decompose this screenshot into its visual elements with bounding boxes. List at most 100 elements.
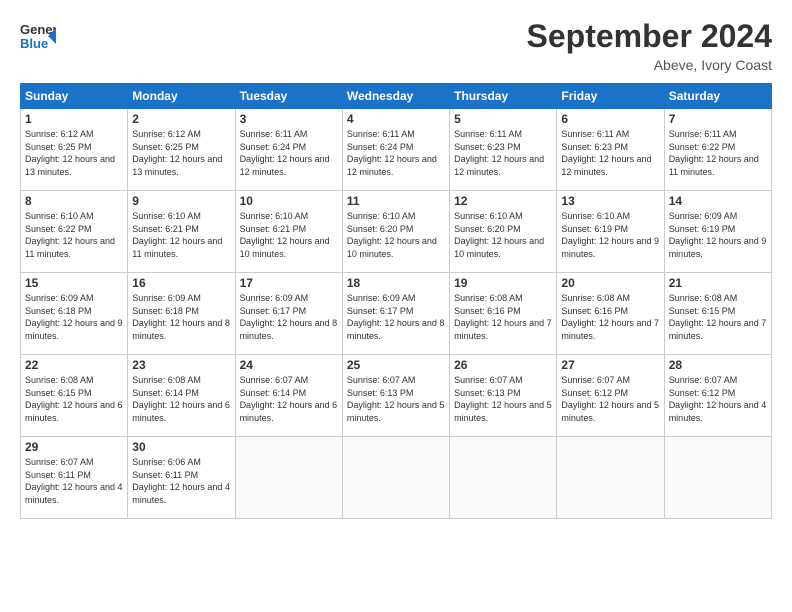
table-row: 23 Sunrise: 6:08 AMSunset: 6:14 PMDayligh… <box>128 355 235 437</box>
day-info: Sunrise: 6:08 AMSunset: 6:16 PMDaylight:… <box>561 292 659 342</box>
day-info: Sunrise: 6:10 AMSunset: 6:20 PMDaylight:… <box>347 210 445 260</box>
table-row: 27Sunrise: 6:07 AMSunset: 6:12 PMDayligh… <box>557 355 664 437</box>
day-info: Sunrise: 6:10 AMSunset: 6:20 PMDaylight:… <box>454 210 552 260</box>
day-number: 6 <box>561 112 659 126</box>
header: General Blue September 2024 Abeve, Ivory… <box>20 18 772 73</box>
table-row: 15 Sunrise: 6:09 AMSunset: 6:18 PMDayligh… <box>21 273 128 355</box>
day-number: 13 <box>561 194 659 208</box>
day-number: 29 <box>25 440 123 454</box>
day-info: Sunrise: 6:09 AMSunset: 6:18 PMDaylight:… <box>25 292 123 342</box>
day-info: Sunrise: 6:09 AMSunset: 6:19 PMDaylight:… <box>669 210 767 260</box>
day-info: Sunrise: 6:08 AMSunset: 6:14 PMDaylight:… <box>132 374 230 424</box>
table-row: 7 Sunrise: 6:11 AMSunset: 6:22 PMDaylight… <box>664 109 771 191</box>
day-info: Sunrise: 6:07 AMSunset: 6:13 PMDaylight:… <box>347 374 445 424</box>
table-row: 4 Sunrise: 6:11 AMSunset: 6:24 PMDaylight… <box>342 109 449 191</box>
table-row: 20 Sunrise: 6:08 AMSunset: 6:16 PMDayligh… <box>557 273 664 355</box>
svg-text:Blue: Blue <box>20 36 48 51</box>
table-row: 12Sunrise: 6:10 AMSunset: 6:20 PMDayligh… <box>450 191 557 273</box>
day-number: 28 <box>669 358 767 372</box>
month-title: September 2024 <box>527 18 772 55</box>
day-info: Sunrise: 6:10 AMSunset: 6:21 PMDaylight:… <box>240 210 338 260</box>
day-info: Sunrise: 6:11 AMSunset: 6:23 PMDaylight:… <box>454 128 552 178</box>
table-row: 28 Sunrise: 6:07 AMSunset: 6:12 PMDayligh… <box>664 355 771 437</box>
col-sunday: Sunday <box>21 84 128 109</box>
day-number: 26 <box>454 358 552 372</box>
day-number: 24 <box>240 358 338 372</box>
col-wednesday: Wednesday <box>342 84 449 109</box>
calendar: Sunday Monday Tuesday Wednesday Thursday… <box>20 83 772 519</box>
table-row: 19 Sunrise: 6:08 AMSunset: 6:16 PMDayligh… <box>450 273 557 355</box>
day-number: 15 <box>25 276 123 290</box>
table-row: 2Sunrise: 6:12 AMSunset: 6:25 PMDaylight… <box>128 109 235 191</box>
day-info: Sunrise: 6:07 AMSunset: 6:14 PMDaylight:… <box>240 374 338 424</box>
day-number: 4 <box>347 112 445 126</box>
day-number: 17 <box>240 276 338 290</box>
table-row: 6 Sunrise: 6:11 AMSunset: 6:23 PMDaylight… <box>557 109 664 191</box>
day-info: Sunrise: 6:07 AMSunset: 6:11 PMDaylight:… <box>25 456 123 506</box>
table-row: 25Sunrise: 6:07 AMSunset: 6:13 PMDayligh… <box>342 355 449 437</box>
day-number: 1 <box>25 112 123 126</box>
calendar-row: 1 Sunrise: 6:12 AMSunset: 6:25 PMDaylight… <box>21 109 772 191</box>
table-row: 10 Sunrise: 6:10 AMSunset: 6:21 PMDayligh… <box>235 191 342 273</box>
day-info: Sunrise: 6:11 AMSunset: 6:22 PMDaylight:… <box>669 128 767 178</box>
day-info: Sunrise: 6:07 AMSunset: 6:12 PMDaylight:… <box>669 374 767 424</box>
table-row: 5 Sunrise: 6:11 AMSunset: 6:23 PMDaylight… <box>450 109 557 191</box>
col-saturday: Saturday <box>664 84 771 109</box>
day-info: Sunrise: 6:09 AMSunset: 6:17 PMDaylight:… <box>240 292 338 342</box>
day-info: Sunrise: 6:06 AMSunset: 6:11 PMDaylight:… <box>132 456 230 506</box>
empty-cell <box>235 437 342 519</box>
day-info: Sunrise: 6:08 AMSunset: 6:16 PMDaylight:… <box>454 292 552 342</box>
day-number: 22 <box>25 358 123 372</box>
calendar-row: 22 Sunrise: 6:08 AMSunset: 6:15 PMDayligh… <box>21 355 772 437</box>
day-number: 11 <box>347 194 445 208</box>
day-number: 8 <box>25 194 123 208</box>
day-number: 21 <box>669 276 767 290</box>
day-info: Sunrise: 6:11 AMSunset: 6:24 PMDaylight:… <box>240 128 338 178</box>
day-info: Sunrise: 6:10 AMSunset: 6:21 PMDaylight:… <box>132 210 230 260</box>
day-info: Sunrise: 6:11 AMSunset: 6:23 PMDaylight:… <box>561 128 659 178</box>
col-tuesday: Tuesday <box>235 84 342 109</box>
table-row: 22 Sunrise: 6:08 AMSunset: 6:15 PMDayligh… <box>21 355 128 437</box>
table-row: 30 Sunrise: 6:06 AMSunset: 6:11 PMDayligh… <box>128 437 235 519</box>
table-row: 24 Sunrise: 6:07 AMSunset: 6:14 PMDayligh… <box>235 355 342 437</box>
day-number: 20 <box>561 276 659 290</box>
col-thursday: Thursday <box>450 84 557 109</box>
col-friday: Friday <box>557 84 664 109</box>
day-info: Sunrise: 6:09 AMSunset: 6:17 PMDaylight:… <box>347 292 445 342</box>
day-info: Sunrise: 6:09 AMSunset: 6:18 PMDaylight:… <box>132 292 230 342</box>
title-block: September 2024 Abeve, Ivory Coast <box>527 18 772 73</box>
table-row: 18 Sunrise: 6:09 AMSunset: 6:17 PMDayligh… <box>342 273 449 355</box>
day-info: Sunrise: 6:12 AMSunset: 6:25 PMDaylight:… <box>25 128 123 178</box>
day-number: 23 <box>132 358 230 372</box>
day-number: 5 <box>454 112 552 126</box>
table-row: 11 Sunrise: 6:10 AMSunset: 6:20 PMDayligh… <box>342 191 449 273</box>
day-info: Sunrise: 6:07 AMSunset: 6:13 PMDaylight:… <box>454 374 552 424</box>
day-number: 18 <box>347 276 445 290</box>
logo: General Blue <box>20 18 56 54</box>
table-row: 16 Sunrise: 6:09 AMSunset: 6:18 PMDayligh… <box>128 273 235 355</box>
day-number: 2 <box>132 112 230 126</box>
day-number: 7 <box>669 112 767 126</box>
day-number: 19 <box>454 276 552 290</box>
day-info: Sunrise: 6:08 AMSunset: 6:15 PMDaylight:… <box>669 292 767 342</box>
calendar-row: 29 Sunrise: 6:07 AMSunset: 6:11 PMDayligh… <box>21 437 772 519</box>
day-info: Sunrise: 6:07 AMSunset: 6:12 PMDaylight:… <box>561 374 659 424</box>
empty-cell <box>664 437 771 519</box>
day-info: Sunrise: 6:08 AMSunset: 6:15 PMDaylight:… <box>25 374 123 424</box>
day-number: 30 <box>132 440 230 454</box>
calendar-header-row: Sunday Monday Tuesday Wednesday Thursday… <box>21 84 772 109</box>
day-number: 14 <box>669 194 767 208</box>
table-row: 13 Sunrise: 6:10 AMSunset: 6:19 PMDayligh… <box>557 191 664 273</box>
day-number: 16 <box>132 276 230 290</box>
location: Abeve, Ivory Coast <box>527 57 772 73</box>
calendar-row: 15 Sunrise: 6:09 AMSunset: 6:18 PMDayligh… <box>21 273 772 355</box>
table-row: 14 Sunrise: 6:09 AMSunset: 6:19 PMDayligh… <box>664 191 771 273</box>
day-info: Sunrise: 6:10 AMSunset: 6:19 PMDaylight:… <box>561 210 659 260</box>
day-number: 10 <box>240 194 338 208</box>
logo-icon: General Blue <box>20 18 56 54</box>
empty-cell <box>450 437 557 519</box>
table-row: 3Sunrise: 6:11 AMSunset: 6:24 PMDaylight… <box>235 109 342 191</box>
day-info: Sunrise: 6:11 AMSunset: 6:24 PMDaylight:… <box>347 128 445 178</box>
table-row: 29 Sunrise: 6:07 AMSunset: 6:11 PMDayligh… <box>21 437 128 519</box>
table-row: 26 Sunrise: 6:07 AMSunset: 6:13 PMDayligh… <box>450 355 557 437</box>
